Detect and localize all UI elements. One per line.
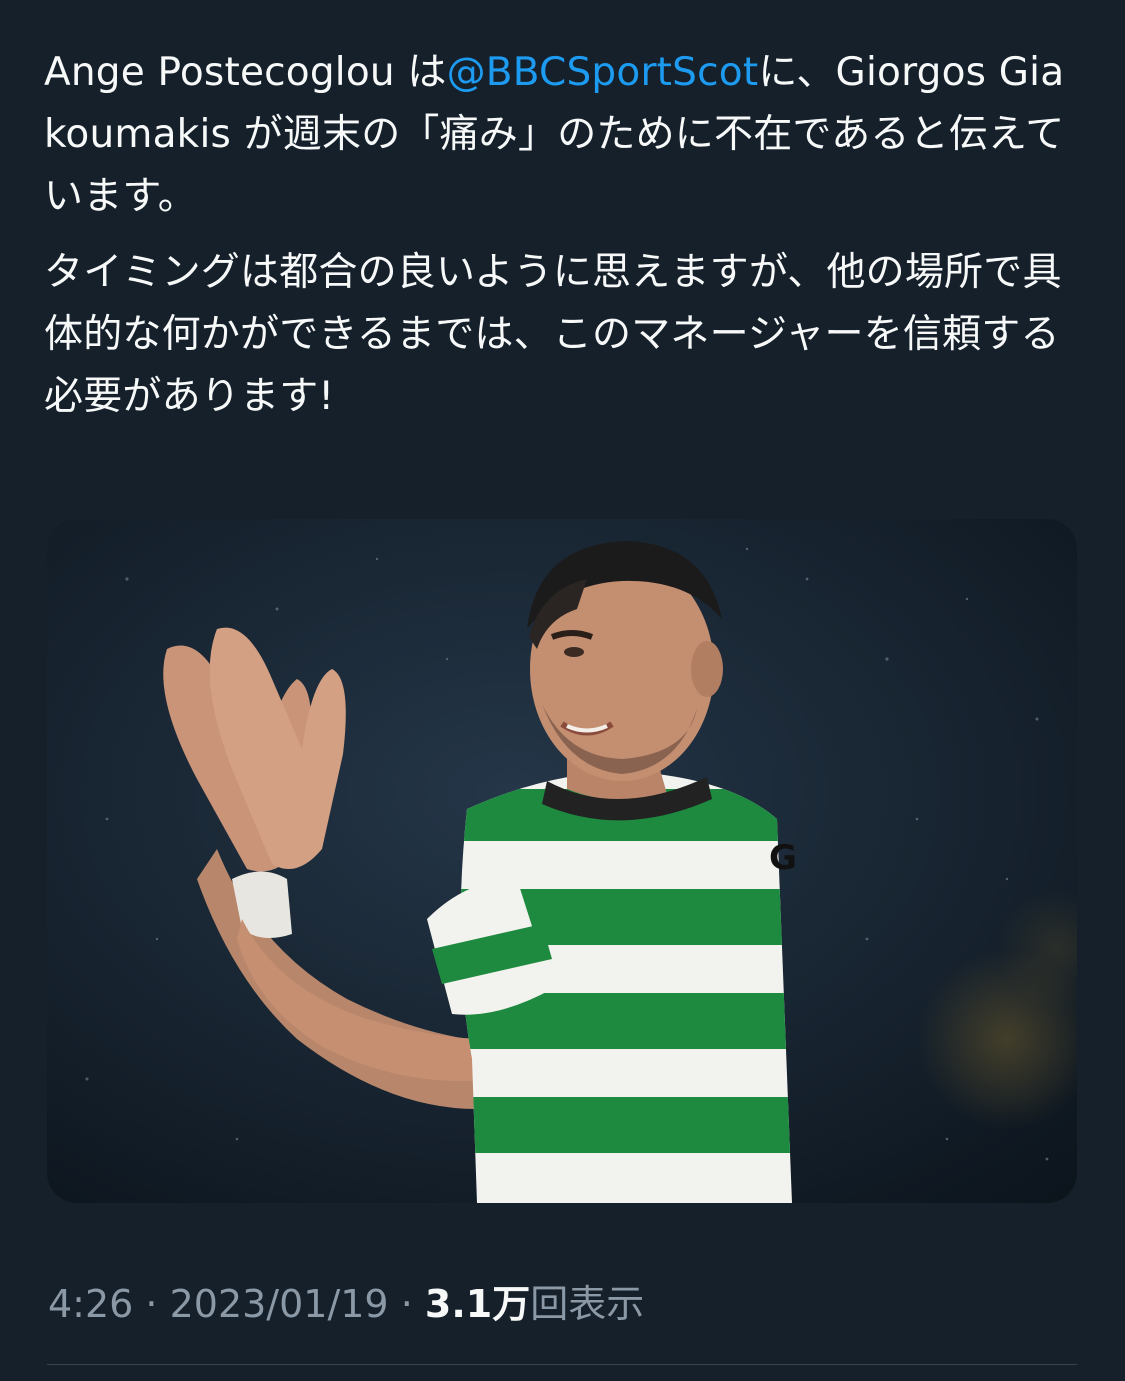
mention-link[interactable]: @BBCSportScot	[447, 50, 759, 95]
views-label: 回表示	[530, 1282, 645, 1326]
tweet-metadata: 4:26 · 2023/01/19 · 3.1万回表示	[48, 1276, 644, 1332]
tweet-paragraph-2: タイミングは都合の良いように思えますが、他の場所で具体的な何かができるまでは、こ…	[44, 250, 1062, 419]
tweet-date[interactable]: 2023/01/19	[170, 1282, 389, 1326]
views-count[interactable]: 3.1万	[425, 1282, 530, 1326]
meta-separator: ·	[133, 1282, 170, 1326]
tweet-photo[interactable]: G	[47, 519, 1077, 1203]
tweet-text-before-mention: Ange Postecoglou は	[44, 50, 447, 95]
tweet-paragraph-1: Ange Postecoglou は@BBCSportScotに、Giorgos…	[44, 42, 1084, 228]
meta-separator: ·	[388, 1282, 425, 1326]
jersey-letter: G	[769, 838, 797, 878]
player-photo-illustration: G	[47, 519, 1077, 1203]
tweet-text: Ange Postecoglou は@BBCSportScotに、Giorgos…	[44, 42, 1084, 442]
tweet-time[interactable]: 4:26	[48, 1282, 133, 1326]
divider	[47, 1364, 1077, 1365]
